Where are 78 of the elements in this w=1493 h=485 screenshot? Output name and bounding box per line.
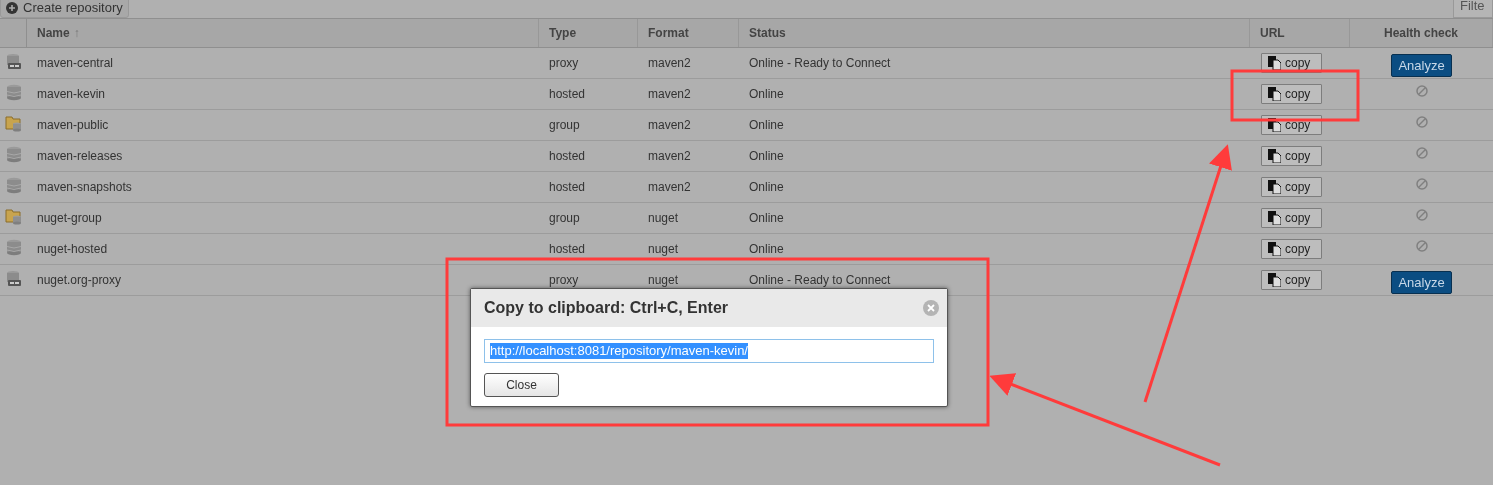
- filter-field[interactable]: Filte: [1453, 0, 1493, 18]
- column-header[interactable]: Health check: [1383, 24, 1458, 42]
- copy-button[interactable]: copy: [1261, 270, 1322, 290]
- copy-button[interactable]: copy: [1261, 239, 1322, 259]
- table-cell: maven2: [648, 118, 691, 132]
- column-header[interactable]: URL: [1260, 24, 1285, 42]
- database-icon: [5, 176, 22, 194]
- copy-icon: [1268, 149, 1281, 163]
- analyze-button[interactable]: Analyze: [1391, 271, 1452, 294]
- table-cell: Online - Ready to Connect: [749, 56, 891, 70]
- table-cell: proxy: [549, 56, 579, 70]
- table-cell: nuget-hosted: [37, 242, 108, 256]
- dialog-title: Copy to clipboard: Ctrl+C, Enter: [484, 298, 728, 318]
- table-cell: maven-central: [37, 56, 114, 70]
- table-cell: Online: [749, 180, 784, 194]
- table-cell: Online: [749, 211, 784, 225]
- table-cell: maven2: [648, 56, 691, 70]
- table-cell: maven-public: [37, 118, 109, 132]
- plus-circle-icon: [6, 2, 18, 14]
- copy-icon: [1268, 180, 1281, 194]
- analyze-button[interactable]: Analyze: [1391, 54, 1452, 77]
- folder-database-icon: [4, 114, 23, 132]
- copy-button[interactable]: copy: [1261, 146, 1322, 166]
- copy-icon: [1268, 242, 1281, 256]
- database-link-icon: [4, 269, 23, 287]
- table-cell: group: [549, 211, 580, 225]
- table-cell: maven-kevin: [37, 87, 106, 101]
- copy-icon: [1268, 211, 1281, 225]
- folder-database-icon: [4, 207, 23, 225]
- column-header[interactable]: Type: [549, 24, 577, 42]
- column-header[interactable]: Name: [37, 24, 70, 42]
- url-field[interactable]: http://localhost:8081/repository/maven-kevin/: [484, 339, 934, 363]
- table-cell: Online: [749, 118, 784, 132]
- copy-icon: [1268, 273, 1281, 287]
- table-cell: maven2: [648, 149, 691, 163]
- table-cell: maven-releases: [37, 149, 123, 163]
- table-cell: maven-snapshots: [37, 180, 132, 194]
- copy-button[interactable]: copy: [1261, 177, 1322, 197]
- column-header[interactable]: Status: [749, 24, 786, 42]
- copy-button[interactable]: copy: [1261, 208, 1322, 228]
- table-cell: nuget: [648, 242, 679, 256]
- database-icon: [5, 238, 22, 256]
- table-cell: hosted: [549, 149, 586, 163]
- unavailable-icon: [1415, 209, 1428, 221]
- selected-url: http://localhost:8081/repository/maven-kevin/: [490, 343, 748, 359]
- create-repository-button[interactable]: Create repository: [0, 0, 129, 18]
- table-cell: Online: [749, 87, 784, 101]
- database-icon: [5, 83, 22, 101]
- table-cell: maven2: [648, 87, 691, 101]
- unavailable-icon: [1415, 85, 1428, 97]
- copy-icon: [1268, 118, 1281, 132]
- copy-icon: [1268, 87, 1281, 101]
- database-icon: [5, 145, 22, 163]
- table-cell: nuget.org-proxy: [37, 273, 122, 287]
- table-cell: maven2: [648, 180, 691, 194]
- table-cell: hosted: [549, 180, 586, 194]
- copy-button[interactable]: copy: [1261, 53, 1322, 73]
- table-cell: nuget: [648, 211, 679, 225]
- table-cell: hosted: [549, 87, 586, 101]
- database-link-icon: [4, 52, 23, 70]
- unavailable-icon: [1415, 178, 1428, 190]
- table-cell: hosted: [549, 242, 586, 256]
- close-button[interactable]: Close: [484, 373, 559, 397]
- table-cell: proxy: [549, 273, 579, 287]
- table-cell: nuget-group: [37, 211, 102, 225]
- unavailable-icon: [1415, 116, 1428, 128]
- table-cell: nuget: [648, 273, 679, 287]
- column-header[interactable]: Format: [648, 24, 689, 42]
- copy-icon: [1268, 56, 1281, 70]
- unavailable-icon: [1415, 147, 1428, 159]
- close-icon[interactable]: [923, 300, 939, 316]
- table-cell: Online: [749, 149, 784, 163]
- sort-arrow: ↑: [73, 25, 80, 42]
- table-cell: group: [549, 118, 580, 132]
- copy-button[interactable]: copy: [1261, 84, 1322, 104]
- table-cell: Online - Ready to Connect: [749, 273, 891, 287]
- unavailable-icon: [1415, 240, 1428, 252]
- table-cell: Online: [749, 242, 784, 256]
